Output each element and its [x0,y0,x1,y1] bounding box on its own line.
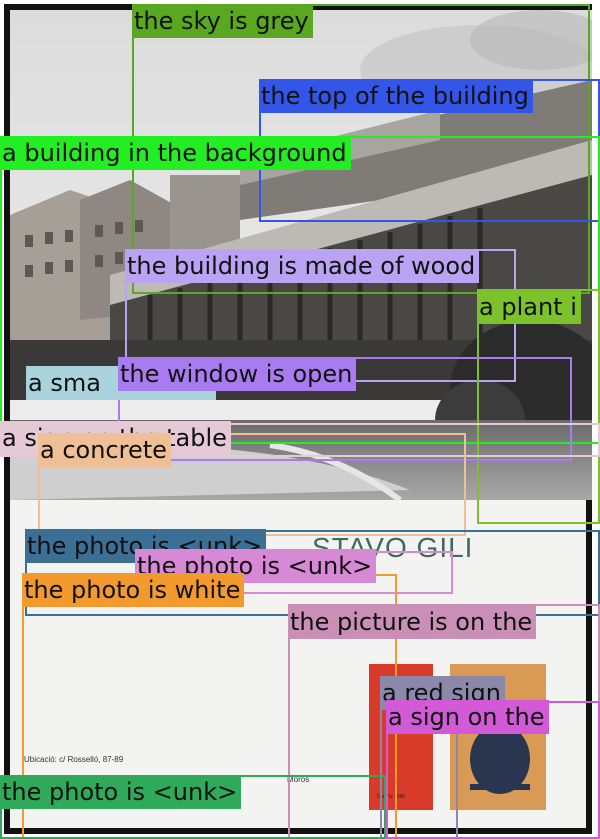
label-picture: the picture is on the [288,605,537,639]
label-wood: the building is made of wood [125,249,480,283]
poster-photo-scene: STAVO GILI Ubicació: c/ Rosselló, 87-89 … [0,0,600,839]
label-concrete: a concrete [38,433,171,467]
label-photo-3: the photo is <unk> [0,775,242,809]
label-sky: the sky is grey [132,4,313,38]
label-background-building: a building in the background [0,136,351,170]
label-window: the window is open [118,357,357,391]
label-photo-white: the photo is white [22,573,245,607]
label-plant: a plant i [477,290,581,324]
label-building-top: the top of the building [259,79,533,113]
label-sign-on: a sign on the [386,700,549,734]
